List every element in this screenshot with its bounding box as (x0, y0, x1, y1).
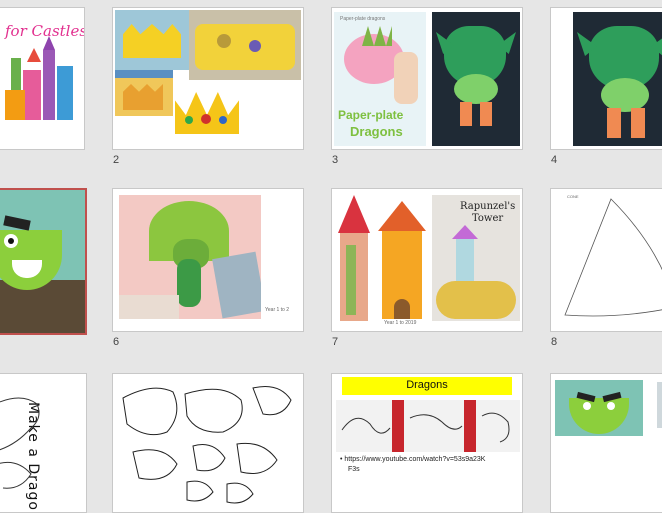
banner-text: Dragons (406, 379, 448, 391)
slide-number: 8 (551, 336, 558, 348)
slide-footer: Year 1 to 2 (265, 307, 290, 313)
slide-number: 7 (332, 336, 339, 348)
slide-thumbnail-1[interactable]: for Castles (0, 7, 85, 150)
slide-thumbnail-5[interactable] (0, 188, 87, 335)
slide-thumbnail-3[interactable]: Paper-plate dragons Paper-plate Dragons (331, 7, 523, 150)
crown-photo-1 (115, 10, 189, 70)
slide-thumbnail-2[interactable] (112, 7, 304, 150)
castle-illustration: for Castles (0, 8, 84, 149)
fan-dragon-photo (119, 195, 261, 319)
photo-header: Paper-plate dragons (340, 16, 386, 22)
green-dragon-photo (432, 12, 520, 146)
slide-thumbnail-6[interactable]: Year 1 to 2 (112, 188, 304, 332)
link-bullet-continued: F3s (348, 466, 360, 473)
dragon-outline-drawing (0, 397, 40, 489)
angry-dragon-photo (555, 380, 643, 436)
rapunzel-tower-photo: Rapunzel's Tower (432, 195, 520, 321)
slide-thumbnail-9[interactable]: Make a Dragon (0, 373, 87, 513)
slide-thumbnail-11[interactable]: Dragons • https://www.youtube.com/watch?… (331, 373, 523, 513)
dragon-sketch-strip (336, 400, 520, 452)
slide-number: 6 (113, 336, 120, 348)
slide-number: 2 (113, 154, 120, 166)
tower-title-line-2: Tower (472, 213, 504, 224)
crown-photo-2 (189, 10, 301, 80)
green-dragon-photo (573, 12, 662, 146)
slide-number: 4 (551, 154, 558, 166)
dragon-template-drawing (122, 386, 292, 504)
slide-thumbnail-7[interactable]: Year 1 to 2019 Rapunzel's Tower (331, 188, 523, 332)
photo-fragment (657, 382, 662, 428)
crown-cartoon (173, 82, 241, 138)
crown-photo-3 (115, 70, 173, 116)
tower-illustrations (334, 195, 428, 327)
title-banner: Dragons (342, 377, 512, 395)
caption-line-1: Paper-plate (338, 108, 404, 122)
angry-dragon-photo (0, 190, 85, 333)
slide-thumbnail-8[interactable]: CONE (550, 188, 662, 332)
slide-thumbnail-12[interactable] (550, 373, 662, 513)
caption-line-2: Dragons (350, 124, 403, 139)
cone-template-drawing (564, 198, 662, 317)
slide-thumbnail-10[interactable] (112, 373, 304, 513)
slide-number: 3 (332, 154, 339, 166)
tower-title-line-1: Rapunzel's (460, 201, 516, 212)
dragon-sketches (341, 412, 510, 443)
link-bullet: • https://www.youtube.com/watch?v=53s9a2… (340, 456, 486, 463)
paper-plate-dragon-photo: Paper-plate dragons Paper-plate Dragons (334, 12, 426, 146)
slide-footer: Year 1 to 2019 (384, 320, 417, 326)
slide-thumbnail-4[interactable] (550, 7, 662, 150)
link-text[interactable]: https://www.youtube.com/watch?v=53s9a23K (344, 456, 485, 463)
